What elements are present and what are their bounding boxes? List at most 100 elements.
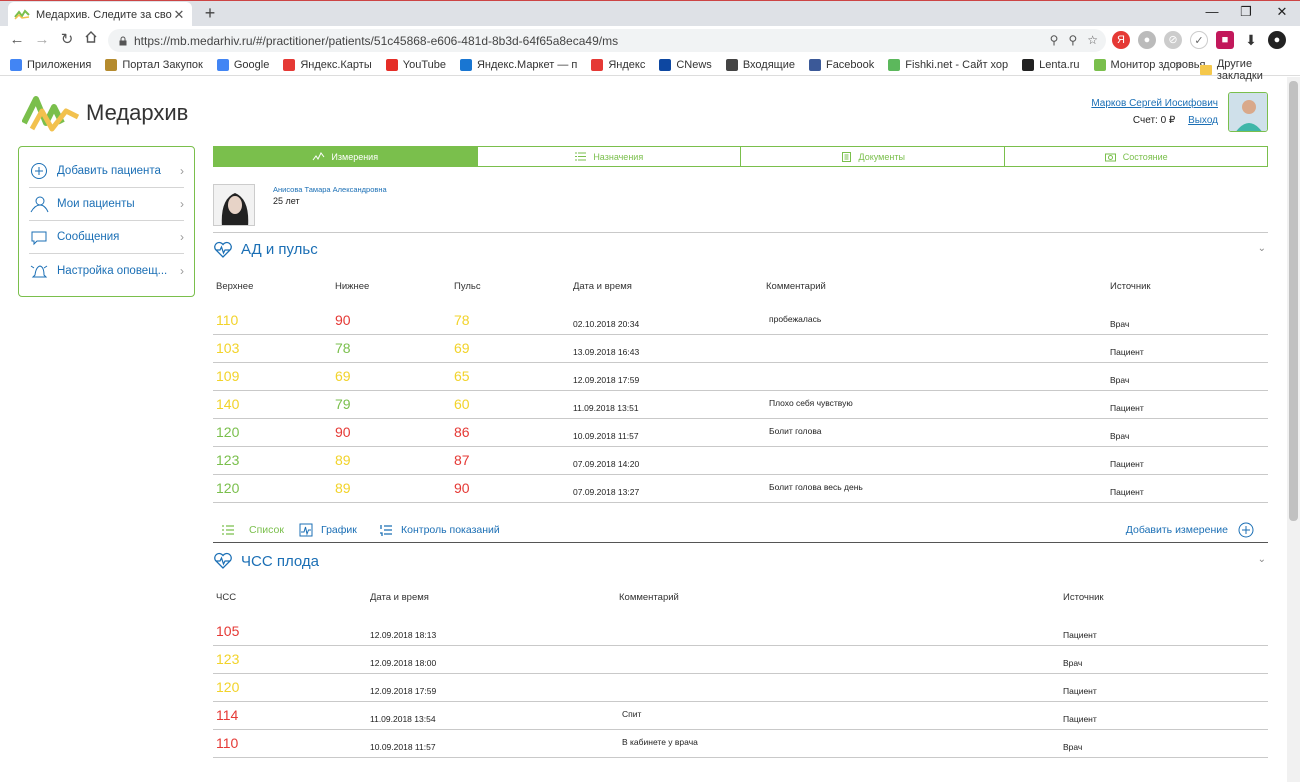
bookmarks-overflow-icon[interactable]: »: [1175, 58, 1182, 72]
bookmark-item[interactable]: Монитор здоровья: [1093, 58, 1205, 71]
list-view-button[interactable]: Список: [221, 523, 284, 537]
bp-table-row[interactable]: 109 69 65 12.09.2018 17:59 Врач: [213, 363, 1268, 391]
page-content: Медархив Марков Сергей Иосифович Счет: 0…: [0, 77, 1284, 782]
fhr-table-row[interactable]: 105 12.09.2018 18:13 Пациент: [213, 618, 1268, 646]
bookmark-item[interactable]: Facebook: [808, 58, 874, 71]
pocket-ext-icon[interactable]: ■: [1216, 31, 1234, 49]
chevron-right-icon: ›: [180, 263, 184, 278]
fhr-section-header[interactable]: ЧСС плода ⌄: [213, 544, 1268, 574]
new-tab-icon[interactable]: +: [200, 3, 220, 24]
bp-table-row[interactable]: 123 89 87 07.09.2018 14:20 Пациент: [213, 447, 1268, 475]
bp-table-row[interactable]: 120 90 86 10.09.2018 11:57 Болит голова Врач: [213, 419, 1268, 447]
measurement-source: Пациент: [1110, 347, 1144, 357]
download-icon[interactable]: ⬇: [1242, 31, 1260, 49]
bookmark-item[interactable]: YouTube: [385, 58, 446, 71]
bookmark-item[interactable]: Google: [216, 58, 269, 71]
bp-table-row[interactable]: 103 78 69 13.09.2018 16:43 Пациент: [213, 335, 1268, 363]
numbered-list-icon: [380, 525, 392, 536]
fetal-hr-value: 114: [216, 707, 239, 723]
user-name-link[interactable]: Марков Сергей Иосифович: [1091, 98, 1218, 109]
bp-section-header[interactable]: АД и пульс ⌄: [213, 232, 1268, 262]
add-measurement-button[interactable]: Добавить измерение: [1126, 522, 1254, 538]
doctor-avatar[interactable]: [1228, 92, 1268, 132]
page-scrollbar[interactable]: [1287, 77, 1300, 782]
bp-column-header: Верхнее: [216, 281, 254, 292]
sidebar-item[interactable]: Добавить пациента ›: [29, 155, 184, 188]
scrollbar-thumb[interactable]: [1289, 81, 1298, 521]
measurement-source: Врач: [1110, 319, 1130, 329]
back-icon[interactable]: ←: [7, 30, 27, 50]
bp-table-row[interactable]: 140 79 60 11.09.2018 13:51 Плохо себя чувств…: [213, 391, 1268, 419]
restore-icon[interactable]: ❐: [1230, 1, 1262, 25]
yandex-ext-icon[interactable]: Я: [1112, 31, 1130, 49]
menu-icon[interactable]: ⋮: [1294, 31, 1300, 49]
bp-diastolic-value: 79: [335, 396, 351, 412]
fhr-table-row[interactable]: 120 12.09.2018 17:59 Пациент: [213, 674, 1268, 702]
window-close-icon[interactable]: ✕: [1266, 1, 1298, 25]
bookmark-item[interactable]: Входящие: [725, 58, 795, 71]
bp-table-row[interactable]: 110 90 78 02.10.2018 20:34 пробежалась Врач: [213, 307, 1268, 335]
zoom-icon[interactable]: ⚲: [1068, 33, 1077, 47]
bookmark-item[interactable]: Приложения: [10, 58, 92, 71]
bookmark-label: Портал Закупок: [122, 58, 203, 71]
bookmark-item[interactable]: Яндекс: [591, 58, 645, 71]
home-icon[interactable]: [81, 30, 101, 50]
bookmark-label: Lenta.ru: [1039, 58, 1080, 71]
bookmark-label: Приложения: [27, 58, 92, 71]
measurement-source: Врач: [1063, 658, 1083, 668]
control-view-button[interactable]: Контроль показаний: [379, 523, 500, 537]
measurement-source: Врач: [1063, 742, 1083, 752]
bp-column-header: Источник: [1110, 281, 1151, 292]
bookmark-item[interactable]: Яндекс.Маркет — п: [459, 58, 577, 71]
sidebar-item[interactable]: Настройка оповещ... ›: [29, 254, 184, 287]
bp-systolic-value: 109: [216, 368, 240, 384]
tab-camera[interactable]: Состояние: [1004, 146, 1268, 167]
graph-view-button[interactable]: График: [299, 523, 357, 537]
pulse-value: 65: [454, 368, 470, 384]
url-text: https://mb.medarhiv.ru/#/practitioner/pa…: [134, 33, 619, 48]
fhr-table-row[interactable]: 110 10.09.2018 11:57 В кабинете у врача Вра…: [213, 730, 1268, 758]
fhr-table-row[interactable]: 123 12.09.2018 18:00 Врач: [213, 646, 1268, 674]
check-ext-icon[interactable]: ✓: [1190, 31, 1208, 49]
star-icon[interactable]: ☆: [1087, 33, 1098, 47]
key-icon[interactable]: ⚲: [1050, 33, 1059, 47]
patient-name[interactable]: Анисова Тамара Александровна: [273, 185, 387, 194]
measurement-comment: пробежалась: [769, 314, 822, 324]
tab-close-icon[interactable]: ✕: [172, 7, 186, 23]
chevron-down-icon[interactable]: ⌄: [1258, 243, 1266, 254]
profile-icon[interactable]: ●: [1268, 31, 1286, 49]
tab-title: Медархив. Следите за своим зд: [36, 8, 172, 21]
bp-table-row[interactable]: 120 89 90 07.09.2018 13:27 Болит голова весь…: [213, 475, 1268, 503]
bookmark-item[interactable]: Fishki.net - Сайт хор: [888, 58, 1008, 71]
pulse-value: 78: [454, 312, 470, 328]
heart-pulse-icon: [214, 552, 232, 569]
patient-avatar[interactable]: [213, 184, 255, 226]
bookmark-item[interactable]: Lenta.ru: [1022, 58, 1080, 71]
logout-link[interactable]: Выход: [1188, 115, 1218, 126]
reload-icon[interactable]: ↻: [57, 30, 77, 50]
bookmark-item[interactable]: Портал Закупок: [105, 58, 203, 71]
sidebar-item[interactable]: Мои пациенты ›: [29, 188, 184, 221]
tab-clipboard[interactable]: Документы: [741, 146, 1005, 167]
block-ext-icon[interactable]: ⊘: [1164, 31, 1182, 49]
bookmark-item[interactable]: Яндекс.Карты: [283, 58, 372, 71]
sidebar-item[interactable]: Сообщения ›: [29, 221, 184, 254]
logo[interactable]: Медархив: [22, 93, 188, 133]
chat-icon: [29, 228, 49, 246]
pulse-value: 87: [454, 452, 470, 468]
measurement-source: Врач: [1110, 431, 1130, 441]
patient-card: Анисова Тамара Александровна 25 лет: [213, 184, 387, 226]
forward-icon[interactable]: →: [32, 30, 52, 50]
ghost-ext-icon[interactable]: ●: [1138, 31, 1156, 49]
measurement-datetime: 07.09.2018 13:27: [573, 487, 640, 497]
chevron-down-icon[interactable]: ⌄: [1258, 554, 1266, 565]
bookmark-item[interactable]: CNews: [659, 58, 712, 71]
fhr-table-row[interactable]: 114 11.09.2018 13:54 Спит Пациент: [213, 702, 1268, 730]
browser-tab[interactable]: Медархив. Следите за своим зд ✕: [8, 2, 192, 27]
tab-measure[interactable]: Измерения: [213, 146, 478, 167]
bp-column-header: Нижнее: [335, 281, 370, 292]
minimize-icon[interactable]: —: [1196, 1, 1228, 25]
patient-tabs: Измерения Назначения Документы Состояние: [213, 146, 1268, 167]
address-bar[interactable]: https://mb.medarhiv.ru/#/practitioner/pa…: [108, 29, 1106, 52]
tab-list[interactable]: Назначения: [477, 146, 741, 167]
